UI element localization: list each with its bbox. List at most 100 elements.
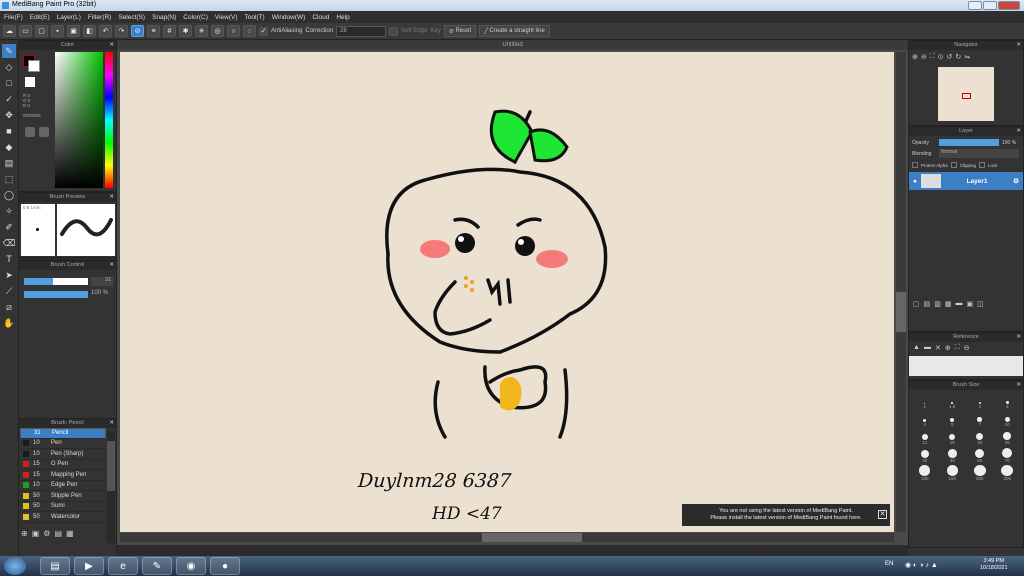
close-icon[interactable]: ✕ <box>109 419 114 428</box>
brush-size-option[interactable]: 3 <box>995 393 1021 409</box>
layer-opacity-slider[interactable] <box>939 139 999 146</box>
zoom-out-icon[interactable]: ⊖ <box>921 53 927 61</box>
media-player-icon[interactable]: ▶ <box>74 557 104 575</box>
correction-select[interactable]: 28 <box>336 25 387 37</box>
color-history-icon[interactable] <box>39 127 49 137</box>
background-color-swatch[interactable] <box>28 60 40 72</box>
brush-tool-icon[interactable]: ✎ <box>2 44 16 58</box>
brush-size-slider[interactable] <box>24 278 88 285</box>
brush-menu-icon[interactable]: ⚙ <box>43 529 50 538</box>
brush-list-item[interactable]: 50 Stipple Pen <box>20 491 106 502</box>
brush-list-item[interactable]: 10 Edge Pen <box>20 481 106 491</box>
brush-folder-icon[interactable]: ▦ <box>66 529 74 538</box>
minimize-button[interactable] <box>968 1 982 10</box>
document-tab[interactable]: Untitled <box>117 40 908 50</box>
cloud-icon[interactable]: ☁ <box>3 25 16 37</box>
reference-fit-icon[interactable]: ⛶ <box>955 344 960 352</box>
grid-snap-icon[interactable]: # <box>163 25 176 37</box>
brush-size-option[interactable]: 2 <box>967 393 993 409</box>
brush-size-option[interactable]: 200 <box>967 465 993 481</box>
select-pen-icon[interactable]: ✓ <box>2 92 16 106</box>
close-icon[interactable]: ✕ <box>109 261 114 270</box>
menu-file[interactable]: File(F) <box>4 14 23 21</box>
rotate-right-icon[interactable]: ↻ <box>955 53 961 61</box>
close-icon[interactable]: ✕ <box>109 41 114 50</box>
menu-edit[interactable]: Edit(E) <box>30 14 50 21</box>
radial-snap-icon[interactable]: ✳ <box>195 25 208 37</box>
new-8bit-layer-icon[interactable]: ▤ <box>924 300 931 308</box>
zoom-in-icon[interactable]: ⊕ <box>912 53 918 61</box>
reference-zoom-out-icon[interactable]: ⊖ <box>964 344 970 352</box>
menu-help[interactable]: Help <box>336 14 349 21</box>
navigator-thumbnail[interactable] <box>938 67 994 121</box>
layer-folder-icon[interactable]: ▬ <box>956 300 963 308</box>
close-icon[interactable]: ✕ <box>1016 333 1021 342</box>
vertical-scrollbar[interactable] <box>896 52 906 532</box>
brush-size-option[interactable]: 20 <box>967 429 993 445</box>
move-tool-icon[interactable]: ✥ <box>2 108 16 122</box>
new-file-icon[interactable]: ▭ <box>19 25 32 37</box>
select-eraser-icon[interactable]: ⌫ <box>2 236 16 250</box>
lasso-tool-icon[interactable]: ◯ <box>2 188 16 202</box>
straight-line-button[interactable]: ╱ Create a straight line <box>479 25 550 37</box>
brush-size-option[interactable]: 70 <box>995 447 1021 463</box>
layer-settings-icon[interactable]: ⚙ <box>1013 177 1023 185</box>
brush-size-option[interactable]: 1.5 <box>940 393 966 409</box>
dot-tool-icon[interactable]: □ <box>2 76 16 90</box>
new-layer-icon[interactable]: ▢ <box>913 300 920 308</box>
ellipse-snap-icon[interactable]: ○ <box>227 25 240 37</box>
brush-size-option[interactable]: 25 <box>995 429 1021 445</box>
internet-explorer-icon[interactable]: e <box>108 557 138 575</box>
brush-list-item[interactable]: 10 Pen (Sharp) <box>20 449 106 460</box>
saturation-value-picker[interactable] <box>55 52 103 188</box>
another-browser-icon[interactable]: ● <box>210 557 240 575</box>
magic-wand-icon[interactable]: ✧ <box>2 204 16 218</box>
reference-open-icon[interactable]: ▲ <box>913 344 920 352</box>
reset-button[interactable]: ⊘ Reset <box>443 25 477 37</box>
brush-opacity-slider[interactable] <box>24 291 88 298</box>
blending-select[interactable]: Normal <box>939 149 1019 158</box>
brush-list-item[interactable]: 15 Mapping Pen <box>20 470 106 481</box>
navigator-viewport[interactable] <box>962 93 971 99</box>
perspective-snap-icon[interactable]: ✱ <box>179 25 192 37</box>
menu-layer[interactable]: Layer(L) <box>57 14 81 21</box>
eyedropper-tool-icon[interactable]: ⟋ <box>2 284 16 298</box>
transparent-swatch[interactable] <box>25 77 35 87</box>
chrome-icon[interactable]: ◉ <box>176 557 206 575</box>
share-icon[interactable]: ◧ <box>83 25 96 37</box>
save-icon[interactable]: ▪ <box>51 25 64 37</box>
select-tool-icon[interactable]: ⬚ <box>2 172 16 186</box>
redo-icon[interactable]: ↷ <box>115 25 128 37</box>
drawing-canvas[interactable]: Duylnm28 6387 HD <47 <box>120 52 894 532</box>
lock-checkbox[interactable] <box>979 162 986 168</box>
menu-filter[interactable]: Filter(R) <box>88 14 111 21</box>
brush-size-field[interactable]: 31 <box>91 277 113 286</box>
export-icon[interactable]: ▣ <box>67 25 80 37</box>
palette-icon[interactable] <box>25 127 35 137</box>
brush-size-option[interactable]: 300 <box>995 465 1021 481</box>
operation-tool-icon[interactable]: ➤ <box>2 268 16 282</box>
gradient-tool-icon[interactable]: ▤ <box>2 156 16 170</box>
menu-color[interactable]: Color(C) <box>183 14 208 21</box>
eraser-tool-icon[interactable]: ◇ <box>2 60 16 74</box>
brush-size-option[interactable]: 30 <box>912 447 938 463</box>
menu-view[interactable]: View(V) <box>215 14 238 21</box>
menu-snap[interactable]: Snap(N) <box>152 14 176 21</box>
medibang-taskbar-icon[interactable]: ✎ <box>142 557 172 575</box>
bucket-tool-icon[interactable]: ◆ <box>2 140 16 154</box>
close-icon[interactable]: ✕ <box>1016 381 1021 390</box>
brush-settings-icon[interactable]: ▣ <box>32 529 40 538</box>
brush-size-option[interactable]: 150 <box>940 465 966 481</box>
brush-list-item[interactable]: 50 Sumi <box>20 502 106 512</box>
menu-window[interactable]: Window(W) <box>272 14 306 21</box>
new-1bit-layer-icon[interactable]: ▥ <box>934 300 941 308</box>
brush-size-option[interactable]: 5 <box>940 411 966 427</box>
brush-copy-icon[interactable]: ▤ <box>54 529 62 538</box>
brush-list-item[interactable]: 10 Pen <box>20 439 106 449</box>
horizontal-scrollbar[interactable] <box>120 533 894 542</box>
menu-select[interactable]: Select(S) <box>118 14 145 21</box>
actual-size-icon[interactable]: ⊙ <box>938 53 944 61</box>
divide-tool-icon[interactable]: ⧄ <box>2 300 16 314</box>
tray-icons[interactable]: ◉ ◐ ◑ ♪ ▲ <box>905 561 938 569</box>
brush-list-item[interactable]: 31 Pencil <box>20 428 106 439</box>
